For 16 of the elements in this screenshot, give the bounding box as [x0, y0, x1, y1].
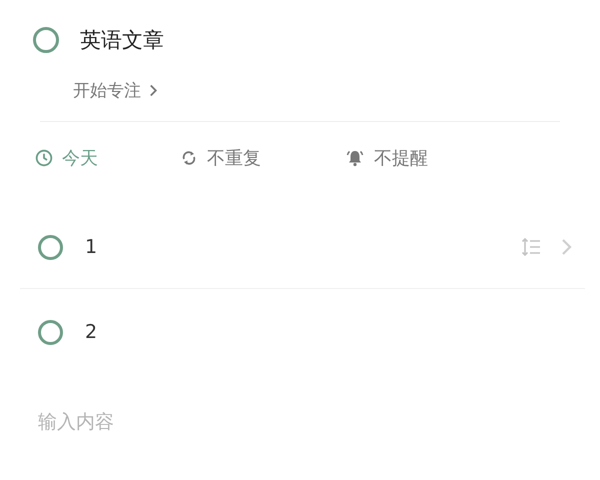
focus-link[interactable]: 开始专注: [73, 79, 158, 102]
repeat-icon: [180, 149, 198, 167]
clock-icon: [35, 149, 53, 167]
chevron-icon: [149, 84, 158, 97]
chevron-icon[interactable]: [561, 238, 572, 256]
subtask-title: 1: [85, 236, 98, 258]
task-title: 英语文章: [80, 27, 164, 54]
date-button[interactable]: 今天: [35, 146, 180, 170]
checkbox[interactable]: [33, 27, 59, 53]
checkbox[interactable]: [38, 234, 63, 260]
bell-icon: [345, 149, 365, 167]
repeat-button[interactable]: 不重复: [180, 146, 345, 170]
checkbox[interactable]: [38, 320, 63, 344]
sort-icon[interactable]: [521, 238, 541, 256]
subtask-title: 2: [85, 321, 98, 343]
reminder-button[interactable]: 不提醒: [345, 146, 428, 170]
